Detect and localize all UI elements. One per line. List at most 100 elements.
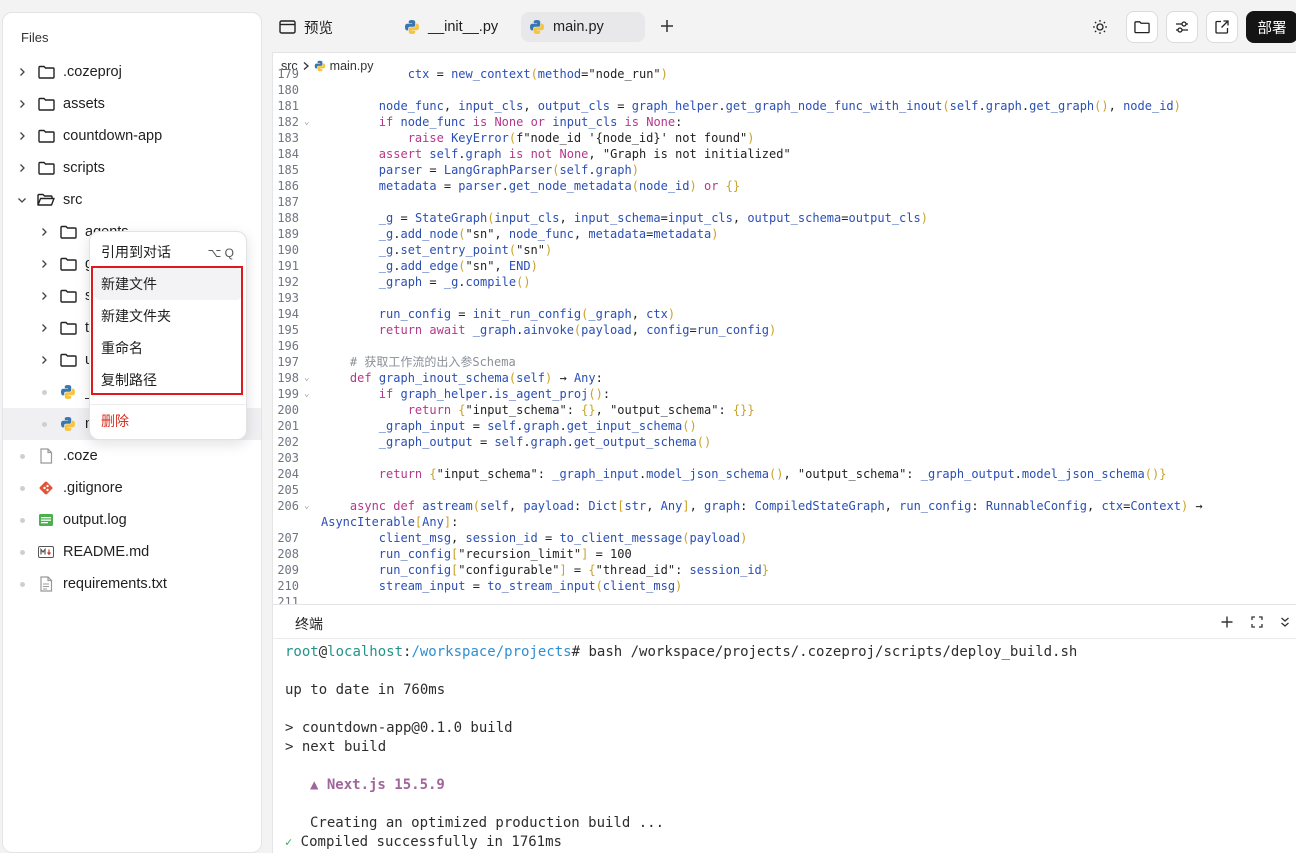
folder-icon [59,352,77,368]
new-tab-button[interactable] [657,16,677,36]
code-line[interactable]: 211 [273,594,1296,604]
line-number: 198 [277,371,299,385]
code-line[interactable]: 200 return {"input_schema": {}, "output_… [273,402,1296,418]
fold-chevron-icon[interactable]: ⌄ [304,386,309,402]
code-line[interactable]: 189 _g.add_node("sn", node_func, metadat… [273,226,1296,242]
code-line[interactable]: 185 parser = LangGraphParser(self.graph) [273,162,1296,178]
sliders-icon [1176,21,1188,33]
file-dot-icon [19,453,25,459]
line-number: 187 [277,195,299,209]
maximize-button[interactable] [1249,614,1265,630]
terminal-line: > countdown-app@0.1.0 build [285,720,513,736]
tree-item-scripts[interactable]: scripts [3,152,261,184]
new-terminal-button[interactable] [1219,614,1235,630]
code-line[interactable]: 209 run_config["configurable"] = {"threa… [273,562,1296,578]
code-line[interactable]: 210 stream_input = to_stream_input(clien… [273,578,1296,594]
code-line[interactable]: 187 [273,194,1296,210]
code-line[interactable]: 182 ⌄ if node_func is None or input_cls i… [273,114,1296,130]
code-line[interactable]: 195 return await _graph.ainvoke(payload,… [273,322,1296,338]
code-line[interactable]: 181 node_func, input_cls, output_cls = g… [273,98,1296,114]
menu-item-reference-to-chat[interactable]: 引用到对话 ⌥ Q [90,236,246,268]
menu-item-delete[interactable]: 删除 [90,405,246,437]
python-icon [59,384,77,400]
tree-item-countdown-app[interactable]: countdown-app [3,120,261,152]
code-text: if graph_helper.is_agent_proj(): [378,387,611,401]
tree-item-gitignore[interactable]: .gitignore [3,472,261,504]
fold-chevron-icon[interactable]: ⌄ [304,498,309,514]
tree-item-label: scripts [63,160,105,176]
code-text: def graph_inout_schema(self) → Any: [349,371,603,385]
code-line[interactable]: 205 [273,482,1296,498]
terminal-prompt-line: root@localhost:/workspace/projects# bash… [285,644,1078,660]
chevron-right-icon [15,65,29,79]
code-text: return await _graph.ainvoke(payload, con… [378,323,777,337]
code-line[interactable]: 183 raise KeyError(f"node_id '{node_id}'… [273,130,1296,146]
code-line[interactable]: 192 _graph = _g.compile() [273,274,1296,290]
code-line[interactable]: 208 run_config["recursion_limit"] = 100 [273,546,1296,562]
code-line[interactable]: 197 # 获取工作流的出入参Schema [273,354,1296,370]
code-line[interactable]: 206 ⌄ async def astream(self, payload: Di… [273,498,1296,514]
code-text: _graph_output = self.graph.get_output_sc… [378,435,712,449]
line-number: 188 [277,211,299,225]
line-number: 189 [277,227,299,241]
maximize-icon [1251,616,1263,628]
tree-item-cozeproj[interactable]: .cozeproj [3,56,261,88]
chevron-right-icon [15,129,29,143]
tree-item-requirements[interactable]: requirements.txt [3,568,261,600]
line-number: 209 [277,563,299,577]
folder-icon [37,96,55,112]
code-line[interactable]: 196 [273,338,1296,354]
code-line[interactable]: 202 _graph_output = self.graph.get_outpu… [273,434,1296,450]
code-line[interactable]: 186 metadata = parser.get_node_metadata(… [273,178,1296,194]
line-number: 182 [277,115,299,129]
chevron-right-icon [37,257,51,271]
deploy-button[interactable]: 部署 [1246,11,1296,43]
terminal-line-nextjs: ▲ Next.js 15.5.9 [310,777,445,793]
fold-chevron-icon[interactable]: ⌄ [304,114,309,130]
tree-item-coze[interactable]: .coze [3,440,261,472]
tree-item-readme[interactable]: README.md [3,536,261,568]
code-line[interactable]: 204 return {"input_schema": _graph_input… [273,466,1296,482]
code-text: run_config["recursion_limit"] = 100 [378,547,632,561]
tab-label: __init__.py [428,19,499,35]
tree-item-assets[interactable]: assets [3,88,261,120]
folder-icon [59,224,77,240]
line-number: 181 [277,99,299,113]
code-line[interactable]: 207 client_msg, session_id = to_client_m… [273,530,1296,546]
plus-icon [661,20,673,32]
terminal-tab[interactable]: 终端 [295,614,323,634]
settings-button[interactable] [1166,11,1198,43]
code-line[interactable]: 188 _g = StateGraph(input_cls, input_sch… [273,210,1296,226]
menu-item-label: 删除 [101,413,129,429]
open-external-button[interactable] [1206,11,1238,43]
code-line[interactable]: 180 [273,82,1296,98]
code-line[interactable]: 179 ctx = new_context(method="node_run") [273,66,1296,82]
code-line[interactable]: 198 ⌄ def graph_inout_schema(self) → Any: [273,370,1296,386]
terminal-output[interactable]: root@localhost:/workspace/projects# bash… [272,638,1296,853]
code-line[interactable]: 199 ⌄ if graph_helper.is_agent_proj(): [273,386,1296,402]
code-line[interactable]: 194 run_config = init_run_config(_graph,… [273,306,1296,322]
open-folder-button[interactable] [1126,11,1158,43]
collapse-button[interactable] [1277,614,1293,630]
code-line[interactable]: 190 _g.set_entry_point("sn") [273,242,1296,258]
code-line[interactable]: 191 _g.add_edge("sn", END) [273,258,1296,274]
tab-main-py[interactable]: main.py [521,12,645,42]
tab-init-py[interactable]: __init__.py [404,12,514,42]
text-file-icon [37,576,55,592]
line-number: 207 [277,531,299,545]
line-number: 199 [277,387,299,401]
code-line[interactable]: 203 [273,450,1296,466]
code-line[interactable]: AsyncIterable[Any]: [273,514,1296,530]
code-text: ctx = new_context(method="node_run") [407,67,668,81]
fold-chevron-icon[interactable]: ⌄ [304,370,309,386]
code-editor[interactable]: src main.py 179 ctx = new_context(method… [272,52,1296,604]
tree-item-src[interactable]: src [3,184,261,216]
code-line[interactable]: 201 _graph_input = self.graph.get_input_… [273,418,1296,434]
code-line[interactable]: 193 [273,290,1296,306]
tree-item-label: countdown-app [63,128,163,144]
tab-preview[interactable]: 预览 [279,12,389,42]
line-number: 193 [277,291,299,305]
tree-item-output-log[interactable]: output.log [3,504,261,536]
code-line[interactable]: 184 assert self.graph is not None, "Grap… [273,146,1296,162]
theme-toggle-button[interactable] [1086,13,1114,41]
